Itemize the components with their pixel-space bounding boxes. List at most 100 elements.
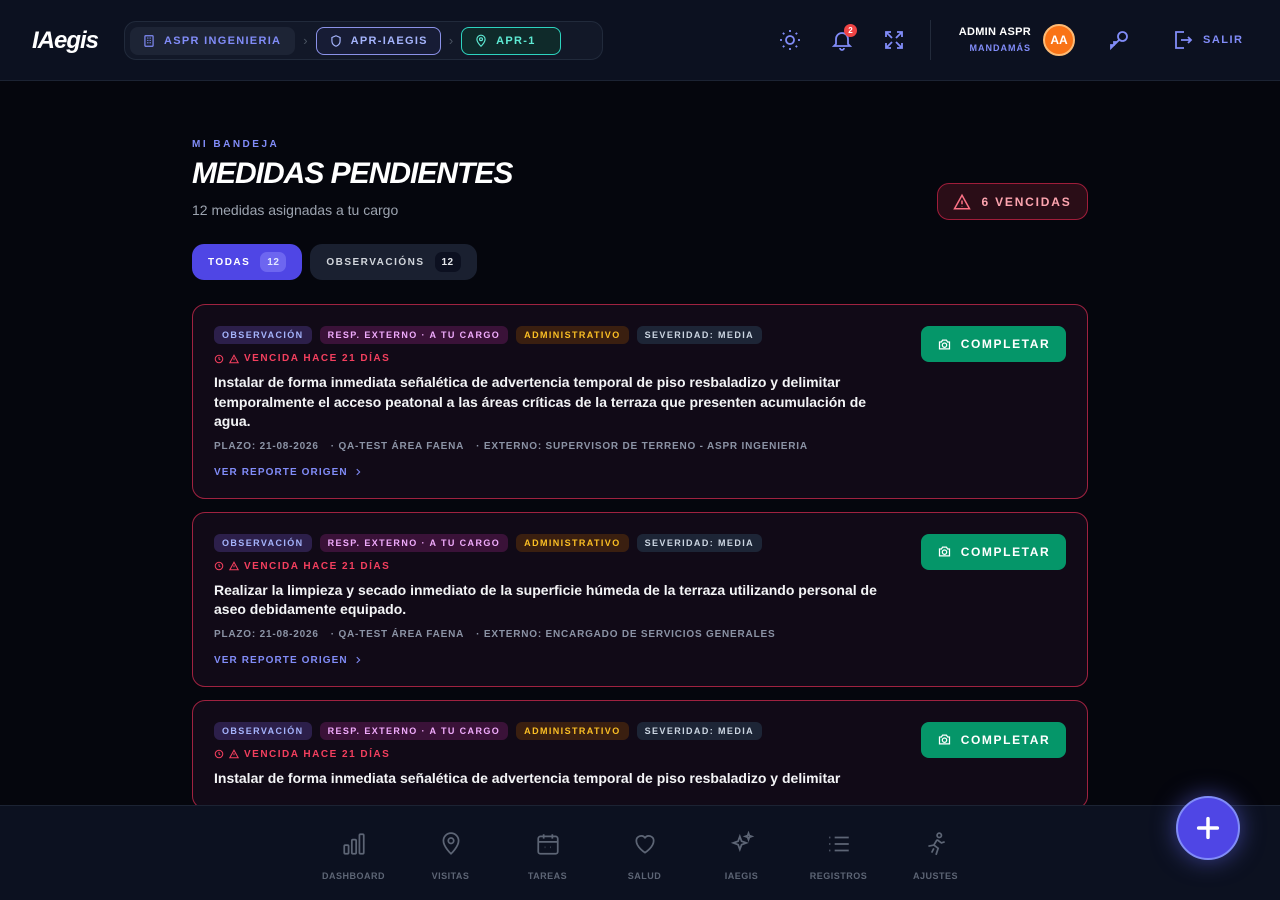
- view-report-link[interactable]: VER REPORTE ORIGEN: [214, 655, 1066, 666]
- app-logo[interactable]: IAegis: [32, 27, 99, 55]
- deadline: PLAZO: 21-08-2026: [214, 440, 319, 452]
- clock-icon: [214, 749, 224, 759]
- warning-triangle-icon: [229, 749, 239, 759]
- nav-health[interactable]: SALUD: [596, 806, 693, 900]
- tab-count: 12: [434, 252, 461, 272]
- view-report-label: VER REPORTE ORIGEN: [214, 466, 348, 478]
- complete-label: COMPLETAR: [960, 544, 1051, 559]
- measure-meta: PLAZO: 21-08-2026 · QA-TEST ÁREA FAENA ·…: [214, 629, 1066, 640]
- camera-icon: [938, 734, 950, 745]
- add-button[interactable]: [1176, 796, 1240, 860]
- measure-description: Realizar la limpieza y secado inmediato …: [214, 581, 877, 618]
- header-divider: [930, 20, 931, 60]
- chevron-right-icon: [356, 656, 361, 664]
- filter-tabs: TODAS 12 OBSERVACIÓNS 12: [192, 244, 485, 280]
- breadcrumb: ASPR INGENIERIA › APR-IAEGIS › APR-1: [124, 21, 603, 60]
- notifications-button[interactable]: 2: [830, 24, 857, 52]
- overdue-filter-button[interactable]: 6 VENCIDAS: [937, 183, 1088, 220]
- breadcrumb-company[interactable]: ASPR INGENIERIA: [130, 26, 296, 55]
- category-tag: ADMINISTRATIVO: [516, 533, 629, 552]
- nav-label: VISITAS: [431, 871, 470, 881]
- external-responsible: · EXTERNO: SUPERVISOR DE TERRENO - ASPR …: [476, 440, 808, 452]
- nav-tasks[interactable]: TAREAS: [499, 806, 596, 900]
- map-pin-icon: [442, 832, 459, 855]
- view-report-link[interactable]: VER REPORTE ORIGEN: [214, 467, 1066, 478]
- breadcrumb-company-label: ASPR INGENIERIA: [164, 34, 282, 47]
- measure-card: OBSERVACIÓN RESP. EXTERNO · A TU CARGO A…: [192, 304, 1088, 499]
- due-label: VENCIDA HACE 21 DÍAS: [244, 353, 391, 364]
- tab-count: 12: [260, 252, 287, 272]
- page-title: MEDIDAS PENDIENTES: [192, 157, 513, 190]
- page-subtitle: 12 medidas asignadas a tu cargo: [192, 202, 399, 218]
- heart-icon: [634, 835, 655, 854]
- main-content: MI BANDEJA MEDIDAS PENDIENTES 12 medidas…: [192, 81, 1088, 805]
- change-password-button[interactable]: [1107, 28, 1131, 52]
- breadcrumb-site-label: APR-1: [496, 34, 536, 47]
- logout-icon: [1175, 31, 1193, 49]
- camera-icon: [938, 546, 950, 557]
- sparkles-icon: [730, 831, 754, 852]
- complete-label: COMPLETAR: [960, 732, 1051, 747]
- calendar-icon: [536, 834, 559, 855]
- complete-button[interactable]: COMPLETAR: [921, 721, 1066, 758]
- top-bar: IAegis ASPR INGENIERIA › APR-IAEGIS › AP…: [0, 0, 1280, 81]
- shield-icon: [330, 34, 341, 47]
- type-tag: OBSERVACIÓN: [214, 326, 312, 344]
- deadline: PLAZO: 21-08-2026: [214, 628, 319, 640]
- category-tag: ADMINISTRATIVO: [516, 326, 629, 344]
- user-role: MANDAMÁS: [969, 43, 1031, 53]
- view-report-label: VER REPORTE ORIGEN: [214, 654, 348, 666]
- nav-label: AJUSTES: [912, 871, 958, 881]
- logout-button[interactable]: SALIR: [1170, 28, 1244, 52]
- warning-triangle-icon: [229, 353, 239, 363]
- nav-label: IAEGIS: [724, 871, 759, 881]
- page-eyebrow: MI BANDEJA: [192, 139, 280, 150]
- nav-label: REGISTROS: [809, 871, 868, 881]
- expand-icon: [885, 31, 903, 49]
- tab-all[interactable]: TODAS 12: [192, 244, 303, 280]
- bottom-nav: DASHBOARD VISITAS TAREAS SALUD IAEGIS RE…: [0, 805, 1280, 900]
- measure-card: OBSERVACIÓN RESP. EXTERNO · A TU CARGO A…: [192, 511, 1088, 687]
- theme-toggle-button[interactable]: [778, 28, 802, 52]
- breadcrumb-site[interactable]: APR-1: [461, 26, 561, 55]
- responsible-tag: RESP. EXTERNO · A TU CARGO: [319, 721, 509, 740]
- fullscreen-button[interactable]: [882, 28, 906, 52]
- tab-observations[interactable]: OBSERVACIÓNS 12: [310, 244, 477, 280]
- severity-tag: SEVERIDAD: MEDIA: [636, 721, 763, 740]
- warning-triangle-icon: [229, 561, 239, 571]
- camera-icon: [938, 339, 950, 349]
- sun-icon: [780, 30, 800, 50]
- breadcrumb-project[interactable]: APR-IAEGIS: [315, 26, 441, 55]
- notification-count-badge: 2: [844, 24, 857, 37]
- severity-tag: SEVERIDAD: MEDIA: [636, 326, 763, 344]
- measure-description: Instalar de forma inmediata señalética d…: [214, 374, 867, 429]
- warning-triangle-icon: [953, 193, 972, 209]
- avatar[interactable]: AA: [1043, 24, 1075, 56]
- map-pin-icon: [476, 34, 486, 47]
- breadcrumb-project-label: APR-IAEGIS: [350, 34, 428, 47]
- tab-label: OBSERVACIÓNS: [326, 256, 425, 268]
- bar-chart-icon: [342, 833, 365, 855]
- nav-iaegis[interactable]: IAEGIS: [693, 806, 790, 900]
- clock-icon: [214, 561, 224, 571]
- area: · QA-TEST ÁREA FAENA: [330, 628, 465, 640]
- due-label: VENCIDA HACE 21 DÍAS: [244, 560, 391, 572]
- measure-meta: PLAZO: 21-08-2026 · QA-TEST ÁREA FAENA ·…: [214, 441, 1066, 452]
- complete-button[interactable]: COMPLETAR: [921, 326, 1066, 362]
- responsible-tag: RESP. EXTERNO · A TU CARGO: [319, 326, 509, 344]
- type-tag: OBSERVACIÓN: [214, 533, 312, 552]
- category-tag: ADMINISTRATIVO: [516, 721, 629, 740]
- nav-dashboard[interactable]: DASHBOARD: [305, 806, 402, 900]
- complete-button[interactable]: COMPLETAR: [921, 533, 1066, 570]
- nav-settings[interactable]: AJUSTES: [887, 806, 984, 900]
- nav-records[interactable]: REGISTROS: [790, 806, 887, 900]
- nav-label: DASHBOARD: [322, 871, 385, 881]
- nav-label: TAREAS: [527, 871, 568, 881]
- nav-visits[interactable]: VISITAS: [402, 806, 499, 900]
- key-icon: [1110, 31, 1128, 51]
- chevron-right-icon: ›: [448, 33, 454, 48]
- nav-items: DASHBOARD VISITAS TAREAS SALUD IAEGIS RE…: [305, 806, 984, 900]
- measures-list: OBSERVACIÓN RESP. EXTERNO · A TU CARGO A…: [192, 304, 1088, 805]
- chevron-right-icon: [356, 468, 361, 476]
- building-icon: [144, 34, 154, 47]
